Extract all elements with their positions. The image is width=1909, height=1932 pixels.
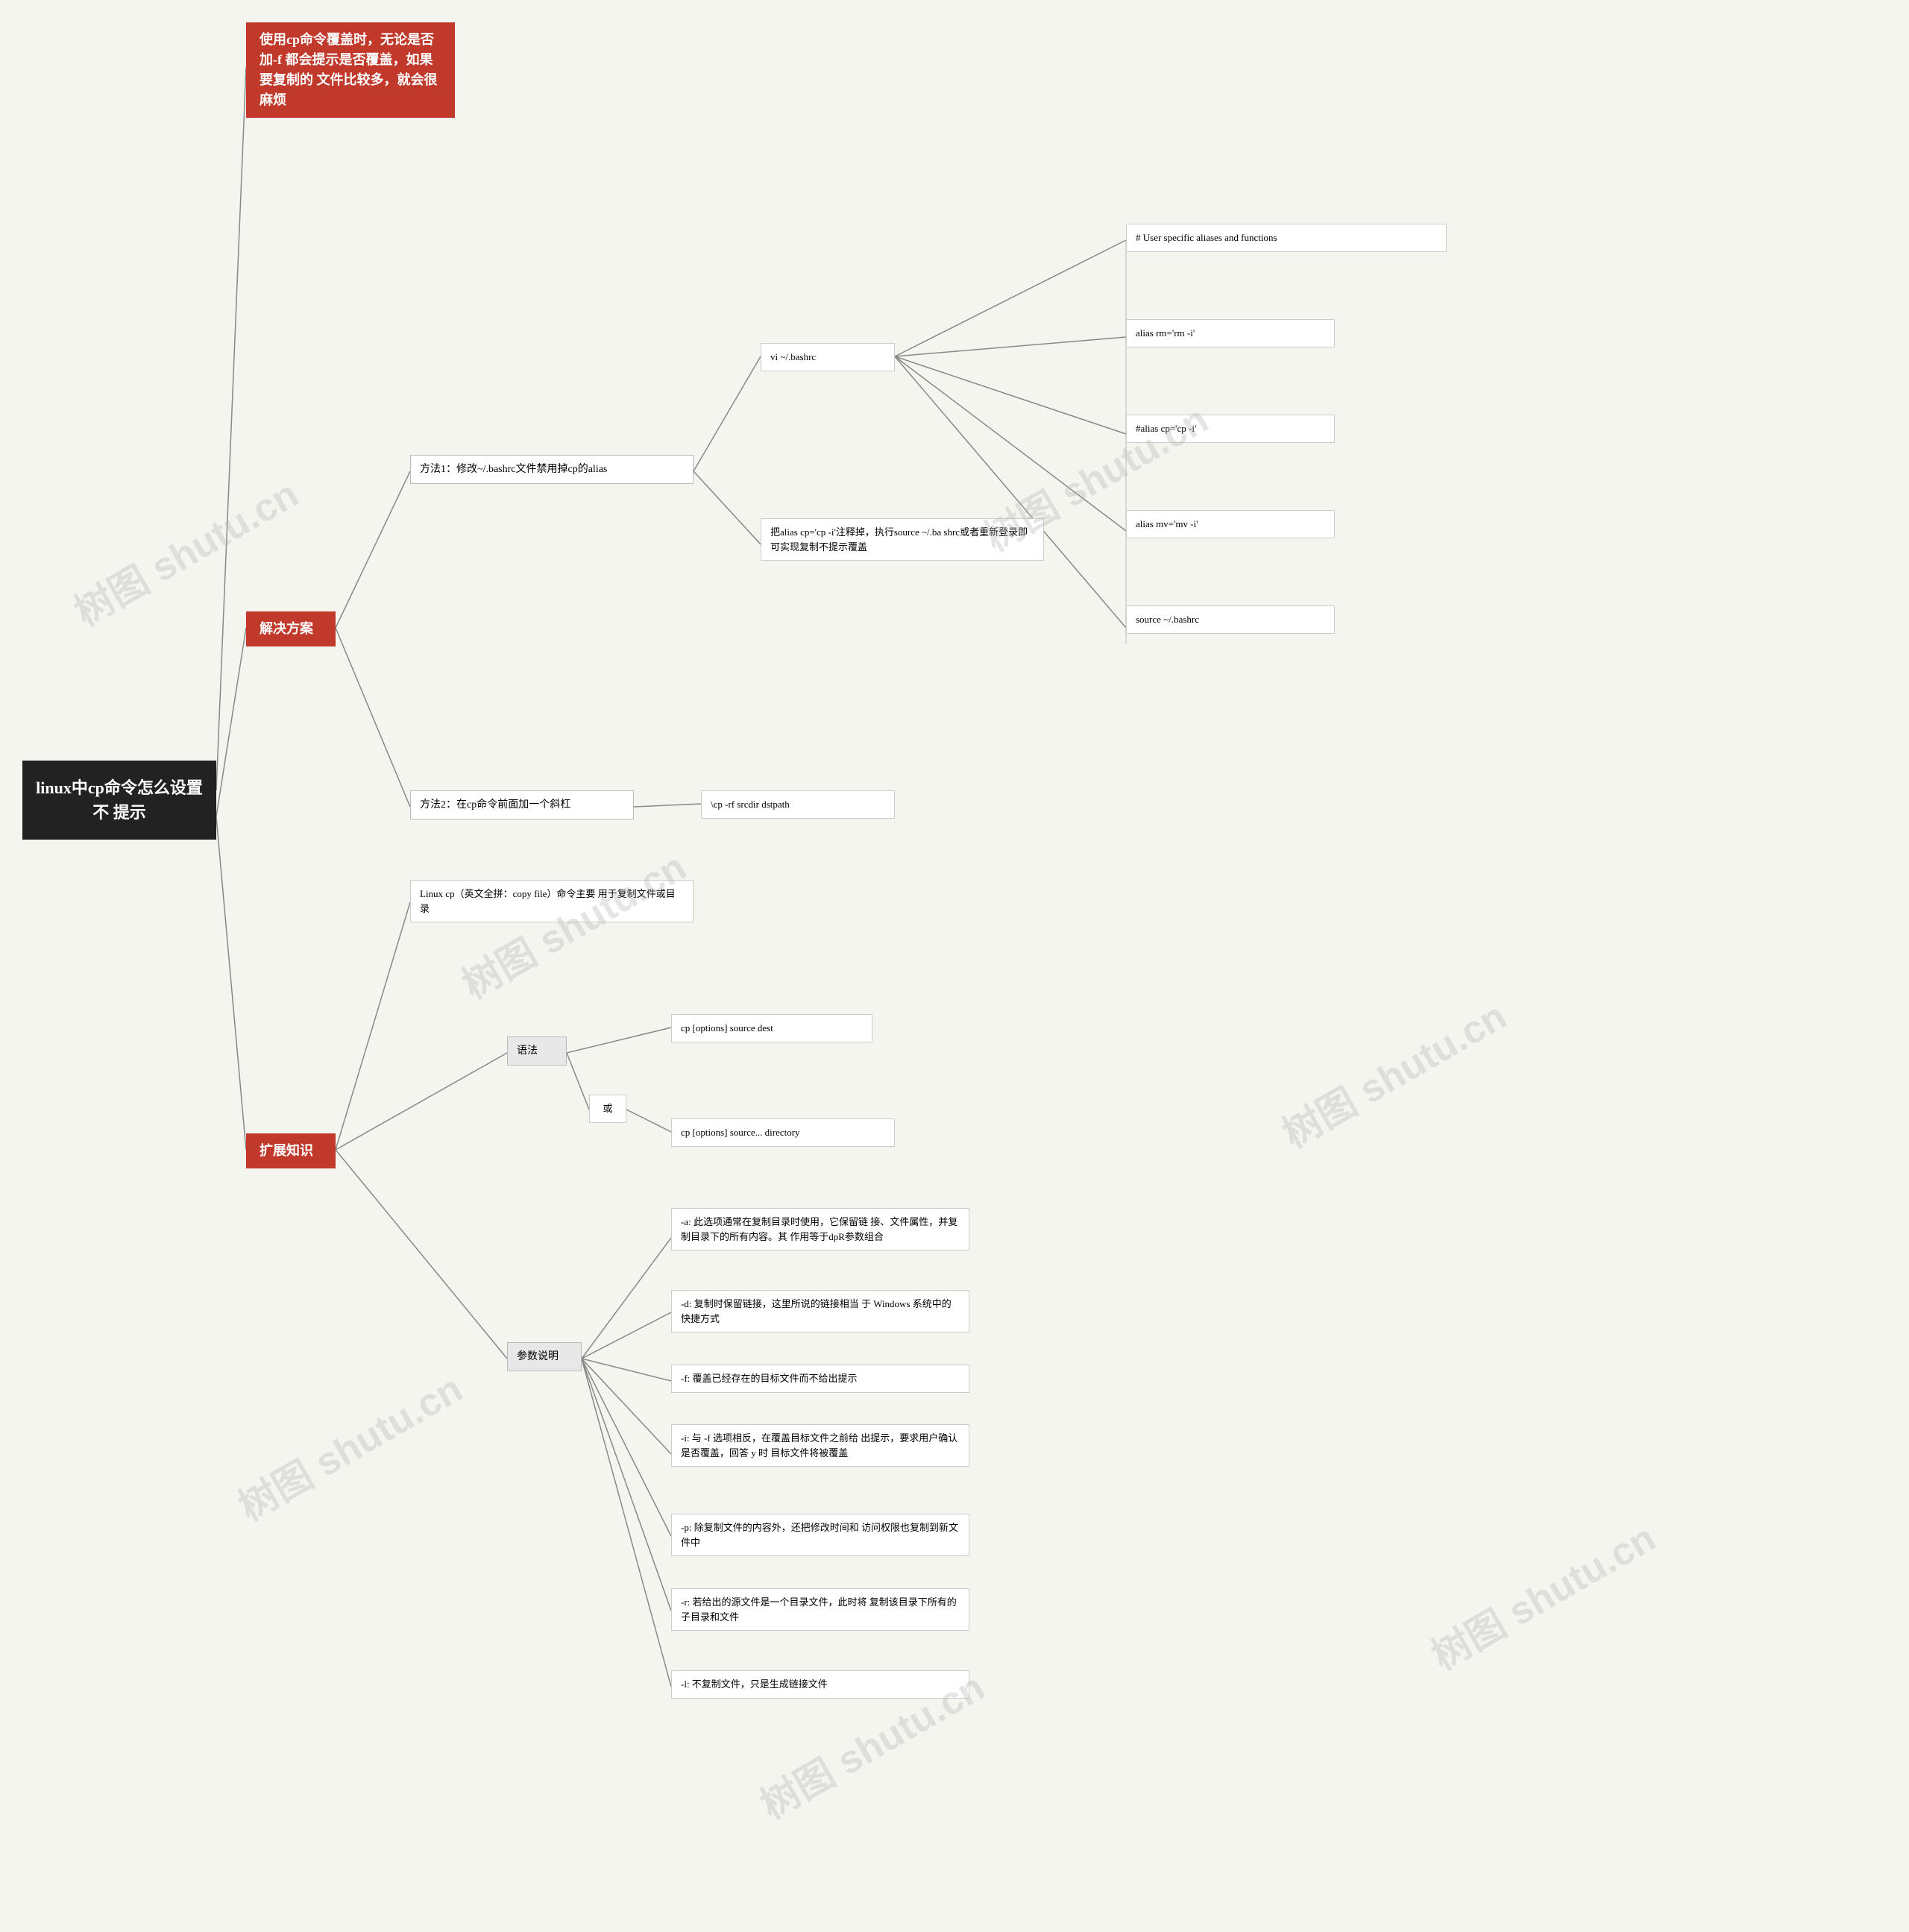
syntax2-node: cp [options] source... directory — [671, 1118, 895, 1147]
watermark-4: 树图 shutu.cn — [1271, 985, 1515, 1159]
param-i-label: -i: 与 -f 选项相反，在覆盖目标文件之前给 出提示，要求用户确认是否覆盖，… — [681, 1432, 957, 1459]
syntax1-label: cp [options] source dest — [681, 1022, 773, 1033]
solution-label: 解决方案 — [260, 621, 313, 636]
tip-text: 使用cp命令覆盖时，无论是否加-f 都会提示是否覆盖，如果要复制的 文件比较多，… — [260, 32, 438, 107]
cp-rf-node: \cp -rf srcdir dstpath — [701, 790, 895, 819]
alias-rm-label: alias rm='rm -i' — [1136, 327, 1195, 339]
params-label: 参数说明 — [517, 1351, 559, 1362]
param-f-label: -f: 覆盖已经存在的目标文件而不给出提示 — [681, 1373, 858, 1384]
mind-map: 树图 shutu.cn 树图 shutu.cn 树图 shutu.cn 树图 s… — [0, 0, 1909, 1932]
syntax-node: 语法 — [507, 1036, 567, 1066]
method2-label: 方法2：在cp命令前面加一个斜杠 — [420, 799, 570, 811]
params-node: 参数说明 — [507, 1342, 582, 1371]
param-p-label: -p: 除复制文件的内容外，还把修改时间和 访问权限也复制到新文件中 — [681, 1522, 958, 1548]
watermark-5: 树图 shutu.cn — [227, 1358, 471, 1532]
cp-intro-label: Linux cp（英文全拼：copy file）命令主要 用于复制文件或目录 — [420, 888, 676, 914]
param-d-node: -d: 复制时保留链接，这里所说的链接相当 于 Windows 系统中的快捷方式 — [671, 1290, 969, 1332]
param-l-label: -l: 不复制文件，只是生成链接文件 — [681, 1678, 828, 1690]
alias-cp-label: #alias cp='cp -i' — [1136, 423, 1196, 434]
root-node: linux中cp命令怎么设置不 提示 — [22, 761, 216, 840]
root-label: linux中cp命令怎么设置不 提示 — [36, 778, 203, 822]
syntax2-label: cp [options] source... directory — [681, 1127, 800, 1138]
alias-note-label: 把alias cp='cp -i'注释掉，执行source ~/.ba shrc… — [770, 526, 1028, 553]
param-p-node: -p: 除复制文件的内容外，还把修改时间和 访问权限也复制到新文件中 — [671, 1514, 969, 1556]
connectors-svg — [0, 0, 1909, 1932]
method1-label: 方法1：修改~/.bashrc文件禁用掉cp的alias — [420, 464, 607, 475]
watermark-2: 树图 shutu.cn — [450, 836, 695, 1010]
expand-node: 扩展知识 — [246, 1133, 336, 1168]
method2-node: 方法2：在cp命令前面加一个斜杠 — [410, 790, 634, 819]
alias-rm-node: alias rm='rm -i' — [1126, 319, 1335, 347]
param-r-label: -r: 若给出的源文件是一个目录文件，此时将 复制该目录下所有的子目录和文件 — [681, 1596, 957, 1623]
param-d-label: -d: 复制时保留链接，这里所说的链接相当 于 Windows 系统中的快捷方式 — [681, 1298, 952, 1324]
method1-node: 方法1：修改~/.bashrc文件禁用掉cp的alias — [410, 455, 694, 484]
source-cmd-label: source ~/.bashrc — [1136, 614, 1199, 625]
param-l-node: -l: 不复制文件，只是生成链接文件 — [671, 1670, 969, 1699]
param-a-label: -a: 此选项通常在复制目录时使用，它保留链 接、文件属性，并复制目录下的所有内… — [681, 1216, 957, 1242]
user-specific-label: # User specific aliases and functions — [1136, 232, 1277, 243]
syntax-or-label: 或 — [603, 1103, 612, 1114]
watermark-1: 树图 shutu.cn — [63, 463, 307, 637]
param-a-node: -a: 此选项通常在复制目录时使用，它保留链 接、文件属性，并复制目录下的所有内… — [671, 1208, 969, 1250]
param-r-node: -r: 若给出的源文件是一个目录文件，此时将 复制该目录下所有的子目录和文件 — [671, 1588, 969, 1631]
cp-intro-node: Linux cp（英文全拼：copy file）命令主要 用于复制文件或目录 — [410, 880, 694, 922]
syntax-or-node: 或 — [589, 1095, 626, 1123]
watermark-7: 树图 shutu.cn — [1420, 1507, 1664, 1681]
syntax-label: 语法 — [517, 1045, 538, 1057]
param-f-node: -f: 覆盖已经存在的目标文件而不给出提示 — [671, 1365, 969, 1393]
alias-note-node: 把alias cp='cp -i'注释掉，执行source ~/.ba shrc… — [761, 518, 1044, 561]
vi-cmd-node: vi ~/.bashrc — [761, 343, 895, 371]
syntax1-node: cp [options] source dest — [671, 1014, 872, 1042]
source-cmd-node: source ~/.bashrc — [1126, 605, 1335, 634]
cp-rf-label: \cp -rf srcdir dstpath — [711, 799, 790, 810]
tip-box: 使用cp命令覆盖时，无论是否加-f 都会提示是否覆盖，如果要复制的 文件比较多，… — [246, 22, 455, 118]
alias-mv-label: alias mv='mv -i' — [1136, 518, 1198, 529]
expand-label: 扩展知识 — [260, 1143, 313, 1158]
solution-node: 解决方案 — [246, 611, 336, 646]
user-specific-node: # User specific aliases and functions — [1126, 224, 1447, 252]
param-i-node: -i: 与 -f 选项相反，在覆盖目标文件之前给 出提示，要求用户确认是否覆盖，… — [671, 1424, 969, 1467]
alias-cp-node: #alias cp='cp -i' — [1126, 415, 1335, 443]
alias-mv-node: alias mv='mv -i' — [1126, 510, 1335, 538]
vi-cmd-label: vi ~/.bashrc — [770, 351, 816, 362]
